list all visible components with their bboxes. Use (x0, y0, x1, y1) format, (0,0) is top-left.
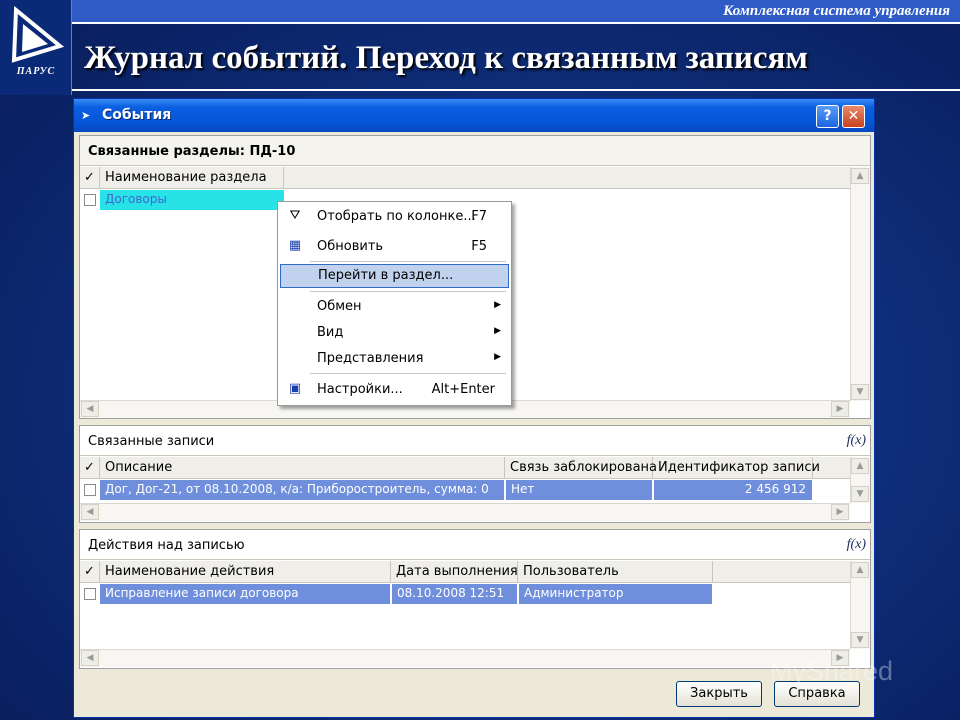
top-bar: Комплексная система управления (72, 0, 960, 24)
cell-link-locked[interactable]: Нет (506, 480, 652, 500)
cell-user[interactable]: Администратор (519, 584, 712, 604)
scroll-down-icon[interactable]: ▼ (851, 384, 869, 400)
related-sections-header: Связанные разделы: ПД-10 (80, 136, 870, 166)
related-records-header: Связанные записи f(x) (80, 426, 870, 456)
table-row[interactable]: Дог, Дог-21, от 08.10.2008, к/а: Приборо… (80, 480, 850, 500)
context-menu: ⛛ Отобрать по колонке... F7 ▦ Обновить F… (277, 201, 512, 406)
cell-record-id[interactable]: 2 456 912 (654, 480, 812, 500)
check-column-header[interactable]: ✓ (80, 457, 100, 479)
menu-item-go-to-section[interactable]: Перейти в раздел... (280, 264, 509, 288)
table-row[interactable]: Исправление записи договора 08.10.2008 1… (80, 584, 850, 604)
menu-item-shortcut: F7 (471, 209, 487, 224)
related-sections-grid-header: ✓ Наименование раздела (80, 167, 850, 189)
sail-logo-icon (11, 6, 64, 63)
row-checkbox[interactable] (84, 484, 96, 496)
company-logo: ПАРУС (0, 0, 72, 95)
slide-title: Журнал событий. Переход к связанным запи… (84, 40, 808, 76)
menu-item-view[interactable]: Вид ▶ (280, 321, 509, 345)
scroll-left-icon[interactable]: ◀ (81, 504, 99, 520)
submenu-arrow-icon: ▶ (494, 326, 501, 336)
related-sections-vscroll[interactable]: ▲ ▼ (850, 167, 870, 401)
top-bar-text: Комплексная система управления (723, 3, 950, 19)
menu-item-refresh[interactable]: ▦ Обновить F5 (280, 235, 509, 259)
menu-item-label: Обмен (317, 299, 362, 314)
column-header-section-name[interactable]: Наименование раздела (100, 167, 284, 189)
menu-separator (310, 291, 506, 292)
related-records-grid-header: ✓ Описание Связь заблокирована Идентифик… (80, 457, 850, 479)
column-header-execution-date[interactable]: Дата выполнения (391, 561, 518, 583)
menu-item-label: Вид (317, 325, 344, 340)
window-titlebar[interactable]: ➤ События ? ✕ (74, 99, 874, 132)
scroll-up-icon[interactable]: ▲ (851, 168, 869, 184)
cell-execution-date[interactable]: 08.10.2008 12:51 (392, 584, 517, 604)
record-actions-hscroll[interactable]: ◀ ▶ (80, 649, 850, 667)
close-button[interactable]: Закрыть (676, 681, 762, 707)
cell-action-name[interactable]: Исправление записи договора (100, 584, 390, 604)
column-header-link-locked[interactable]: Связь заблокирована (505, 457, 657, 479)
window-title: События (102, 107, 172, 123)
scroll-up-icon[interactable]: ▲ (851, 458, 869, 474)
menu-separator (310, 261, 506, 262)
logo-text: ПАРУС (16, 66, 56, 77)
related-sections-title: Связанные разделы: ПД-10 (88, 144, 296, 159)
scroll-right-icon[interactable]: ▶ (831, 504, 849, 520)
submenu-arrow-icon: ▶ (494, 300, 501, 310)
related-records-vscroll[interactable]: ▲ ▼ (850, 457, 870, 503)
help-title-button[interactable]: ? (816, 105, 839, 128)
menu-item-exchange[interactable]: Обмен ▶ (280, 295, 509, 319)
record-actions-panel: Действия над записью f(x) ✓ Наименование… (79, 529, 871, 669)
scroll-right-icon[interactable]: ▶ (831, 401, 849, 417)
menu-item-label: Представления (317, 351, 424, 366)
scroll-left-icon[interactable]: ◀ (81, 650, 99, 666)
menu-item-label: Отобрать по колонке... (317, 209, 476, 224)
title-divider (72, 89, 960, 91)
column-header-description[interactable]: Описание (100, 457, 505, 479)
menu-item-filter-by-column[interactable]: ⛛ Отобрать по колонке... F7 (280, 205, 509, 229)
menu-item-label: Настройки... (317, 382, 403, 397)
related-records-panel: Связанные записи f(x) ✓ Описание Связь з… (79, 425, 871, 523)
events-window: ➤ События ? ✕ Связанные разделы: ПД-10 ✓… (73, 98, 875, 718)
column-header-action-name[interactable]: Наименование действия (100, 561, 391, 583)
menu-separator (310, 373, 506, 374)
scroll-up-icon[interactable]: ▲ (851, 562, 869, 578)
related-records-title: Связанные записи (88, 434, 215, 449)
record-actions-vscroll[interactable]: ▲ ▼ (850, 561, 870, 649)
menu-item-settings[interactable]: ▣ Настройки... Alt+Enter (280, 378, 509, 402)
check-column-header[interactable]: ✓ (80, 167, 100, 189)
menu-item-shortcut: F5 (471, 239, 487, 254)
filter-icon: ⛛ (289, 208, 301, 223)
scroll-down-icon[interactable]: ▼ (851, 632, 869, 648)
row-checkbox[interactable] (84, 588, 96, 600)
window-app-icon: ➤ (81, 109, 91, 122)
menu-item-views[interactable]: Представления ▶ (280, 347, 509, 371)
settings-icon: ▣ (288, 381, 302, 396)
record-actions-title: Действия над записью (88, 538, 245, 553)
row-checkbox[interactable] (84, 194, 96, 206)
menu-item-label: Перейти в раздел... (318, 268, 454, 283)
submenu-arrow-icon: ▶ (494, 352, 501, 362)
column-header-record-id[interactable]: Идентификатор записи (653, 457, 820, 479)
close-title-button[interactable]: ✕ (842, 105, 865, 128)
fx-icon[interactable]: f(x) (847, 537, 866, 553)
watermark-text: MyShared (770, 656, 894, 686)
cell-description[interactable]: Дог, Дог-21, от 08.10.2008, к/а: Приборо… (100, 480, 504, 500)
refresh-icon: ▦ (288, 238, 302, 253)
related-records-hscroll[interactable]: ◀ ▶ (80, 503, 850, 521)
cell-section-name[interactable]: Договоры (100, 190, 284, 210)
scroll-down-icon[interactable]: ▼ (851, 486, 869, 502)
menu-item-label: Обновить (317, 239, 384, 254)
record-actions-header: Действия над записью f(x) (80, 530, 870, 560)
record-actions-grid-header: ✓ Наименование действия Дата выполнения … (80, 561, 850, 583)
check-column-header[interactable]: ✓ (80, 561, 100, 583)
fx-icon[interactable]: f(x) (847, 433, 866, 449)
scroll-left-icon[interactable]: ◀ (81, 401, 99, 417)
column-header-user[interactable]: Пользователь (518, 561, 713, 583)
menu-item-shortcut: Alt+Enter (431, 382, 495, 397)
